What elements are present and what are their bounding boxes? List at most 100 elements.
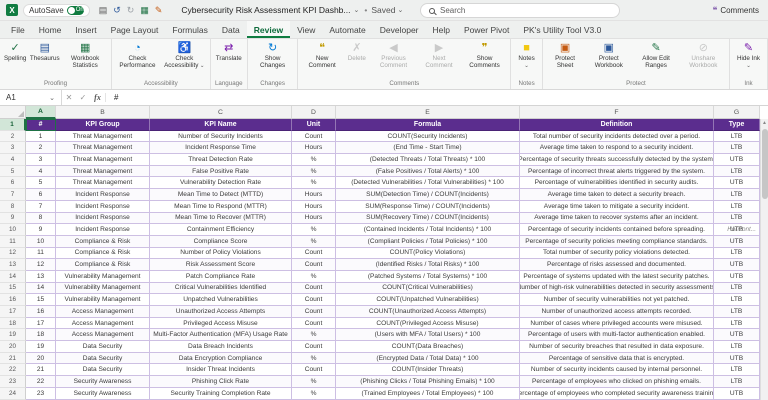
cell[interactable]: LTB xyxy=(714,165,760,178)
cell[interactable]: 11 xyxy=(26,247,56,260)
cell[interactable]: LTB xyxy=(714,317,760,330)
cell[interactable]: (Identified Risks / Total Risks) * 100 xyxy=(336,259,520,271)
cell[interactable]: Count xyxy=(292,364,336,377)
column-header-f[interactable]: F xyxy=(520,106,714,119)
cell[interactable]: (Trained Employees / Total Employees) * … xyxy=(336,387,520,400)
cell[interactable]: 19 xyxy=(26,341,56,353)
cell[interactable]: (End Time - Start Time) xyxy=(336,142,520,155)
row-header-20[interactable]: 20 xyxy=(0,341,26,353)
row-header-19[interactable]: 19 xyxy=(0,329,26,342)
tab-file[interactable]: File xyxy=(4,21,32,38)
cell[interactable]: Vulnerability Management xyxy=(56,282,150,295)
row-header-6[interactable]: 6 xyxy=(0,177,26,190)
cell[interactable]: (Users with MFA / Total Users) * 100 xyxy=(336,329,520,342)
row-header-1[interactable]: 1 xyxy=(0,119,26,131)
cell[interactable]: UTB xyxy=(714,154,760,166)
cell[interactable]: 2 xyxy=(26,142,56,155)
translate-button[interactable]: ⇄ Translate xyxy=(213,40,245,62)
cell[interactable]: 12 xyxy=(26,259,56,271)
cell[interactable]: 1 xyxy=(26,130,56,143)
column-header-g[interactable]: G xyxy=(714,106,760,119)
cell[interactable]: Vulnerability Management xyxy=(56,270,150,283)
cell[interactable]: % xyxy=(292,270,336,283)
cell[interactable]: 15 xyxy=(26,294,56,306)
cell[interactable]: Count xyxy=(292,317,336,330)
column-header-b[interactable]: B xyxy=(56,106,150,119)
column-header-e[interactable]: E xyxy=(336,106,520,119)
tab-pk-s-utility-tool-v3-0[interactable]: PK's Utility Tool V3.0 xyxy=(516,21,608,38)
cell[interactable]: Hours xyxy=(292,142,336,155)
row-header-13[interactable]: 13 xyxy=(0,259,26,271)
cell[interactable]: 10 xyxy=(26,235,56,248)
workbook-statistics-button[interactable]: ▦ Workbook Statistics xyxy=(61,40,109,69)
cell[interactable]: Insider Threat Incidents xyxy=(150,364,292,377)
row-header-3[interactable]: 3 xyxy=(0,142,26,155)
cell[interactable]: COUNT(Critical Vulnerabilities) xyxy=(336,282,520,295)
cell[interactable]: Unpatched Vulnerabilities xyxy=(150,294,292,306)
cell[interactable]: Threat Detection Rate xyxy=(150,154,292,166)
cell[interactable]: Mean Time to Respond (MTTR) xyxy=(150,200,292,213)
cell[interactable]: (Phishing Clicks / Total Phishing Emails… xyxy=(336,376,520,388)
cell[interactable]: 5 xyxy=(26,177,56,190)
row-header-8[interactable]: 8 xyxy=(0,200,26,213)
cell[interactable]: LTB xyxy=(714,200,760,213)
cell[interactable]: Hours xyxy=(292,189,336,201)
cell[interactable]: 3 xyxy=(26,154,56,166)
row-header-21[interactable]: 21 xyxy=(0,352,26,365)
formula-input[interactable]: # xyxy=(106,93,126,102)
cell[interactable]: Percentage of security incidents contain… xyxy=(520,224,714,236)
cell[interactable]: LTB xyxy=(714,294,760,306)
cell[interactable]: Percentage of security policies meeting … xyxy=(520,235,714,248)
cell[interactable]: Compliance & Risk xyxy=(56,259,150,271)
cell[interactable]: False Positive Rate xyxy=(150,165,292,178)
undo-icon[interactable]: ↺ xyxy=(113,5,121,16)
cell[interactable]: SUM(Detection Time) / COUNT(Incidents) xyxy=(336,189,520,201)
cell[interactable]: Multi-Factor Authentication (MFA) Usage … xyxy=(150,329,292,342)
header-cell-definition[interactable]: Definition xyxy=(520,119,714,131)
cell[interactable]: Percentage of employees who completed se… xyxy=(520,387,714,400)
excel-app-icon[interactable]: X xyxy=(6,4,18,16)
cell[interactable]: Threat Management xyxy=(56,177,150,190)
saved-status[interactable]: Saved ⌄ xyxy=(362,5,403,15)
cell[interactable]: (Detected Threats / Total Threats) * 100 xyxy=(336,154,520,166)
cell[interactable]: LTB xyxy=(714,306,760,318)
column-header-d[interactable]: D xyxy=(292,106,336,119)
cell[interactable]: (Compliant Policies / Total Policies) * … xyxy=(336,235,520,248)
cell[interactable]: COUNT(Security Incidents) xyxy=(336,130,520,143)
cell[interactable]: Privileged Access Misuse xyxy=(150,317,292,330)
cell[interactable]: Access Management xyxy=(56,317,150,330)
cell[interactable]: % xyxy=(292,224,336,236)
cell[interactable]: 16 xyxy=(26,306,56,318)
cell[interactable]: SUM(Response Time) / COUNT(Incidents) xyxy=(336,200,520,213)
cell[interactable]: Unauthorized Access Attempts xyxy=(150,306,292,318)
cell[interactable]: Average time taken to respond to a secur… xyxy=(520,142,714,155)
cell[interactable]: Percentage of risks assessed and documen… xyxy=(520,259,714,271)
tab-insert[interactable]: Insert xyxy=(68,21,103,38)
cell[interactable]: 18 xyxy=(26,329,56,342)
cell[interactable]: Percentage of incorrect threat alerts tr… xyxy=(520,165,714,178)
cell[interactable]: (False Positives / Total Alerts) * 100 xyxy=(336,165,520,178)
new-comment-button[interactable]: ❝ New Comment xyxy=(300,40,343,69)
cell[interactable]: Vulnerability Management xyxy=(56,294,150,306)
cell[interactable]: COUNT(Unauthorized Access Attempts) xyxy=(336,306,520,318)
cell[interactable]: Number of Security Incidents xyxy=(150,130,292,143)
column-header-c[interactable]: C xyxy=(150,106,292,119)
select-all-button[interactable] xyxy=(0,106,26,119)
row-header-16[interactable]: 16 xyxy=(0,294,26,306)
tab-automate[interactable]: Automate xyxy=(322,21,372,38)
cell[interactable]: Number of high-risk vulnerabilities dete… xyxy=(520,282,714,295)
cell[interactable]: 14 xyxy=(26,282,56,295)
cell[interactable]: Mean Time to Detect (MTTD) xyxy=(150,189,292,201)
column-header-a[interactable]: A xyxy=(26,106,56,119)
cell[interactable]: SUM(Recovery Time) / COUNT(Incidents) xyxy=(336,212,520,225)
autosave-toggle[interactable]: AutoSave On xyxy=(23,3,90,17)
cell[interactable]: Critical Vulnerabilities Identified xyxy=(150,282,292,295)
show-changes-button[interactable]: ↻ Show Changes xyxy=(250,40,296,69)
cell[interactable]: Incident Response xyxy=(56,212,150,225)
cell[interactable]: Hours xyxy=(292,212,336,225)
cell[interactable]: Average time taken to recover systems af… xyxy=(520,212,714,225)
cell[interactable]: Compliance & Risk xyxy=(56,235,150,248)
cell[interactable]: Security Awareness xyxy=(56,376,150,388)
cell[interactable]: Count xyxy=(292,294,336,306)
cell[interactable]: Vulnerability Detection Rate xyxy=(150,177,292,190)
